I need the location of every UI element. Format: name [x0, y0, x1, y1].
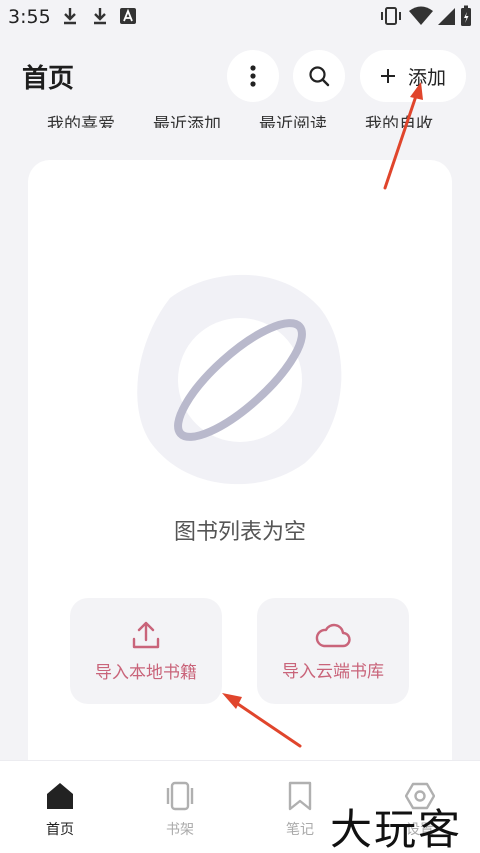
- home-icon: [47, 783, 73, 809]
- status-bar: 3:55: [0, 0, 480, 34]
- watermark: 大玩客: [330, 805, 463, 853]
- add-button-label: 添加: [408, 66, 447, 89]
- status-time: 3:55: [8, 6, 51, 28]
- nav-home-label: 首页: [46, 822, 74, 838]
- more-vertical-icon: [250, 65, 256, 87]
- filter-tab-recently-added[interactable]: 最近添加: [142, 110, 232, 128]
- keyboard-a-icon: [120, 8, 136, 24]
- download-icon: [64, 8, 76, 25]
- add-button[interactable]: 添加: [360, 50, 466, 102]
- search-button[interactable]: [293, 50, 345, 102]
- plus-icon: [381, 69, 395, 83]
- nav-bookshelf-label: 书架: [166, 822, 194, 838]
- battery-icon: [461, 5, 471, 26]
- book-list-card: [28, 160, 452, 853]
- more-options-button[interactable]: [227, 50, 279, 102]
- page-title: 首页: [22, 64, 75, 94]
- wifi-icon: [409, 6, 433, 25]
- search-icon: [309, 66, 330, 87]
- upload-icon: [132, 621, 160, 648]
- planet-icon: [137, 274, 342, 485]
- empty-message: 图书列表为空: [173, 520, 306, 545]
- vibrate-icon: [381, 7, 401, 25]
- filter-tabs: 我的喜爱 最近添加 最近阅读 我的自收: [0, 108, 480, 128]
- bookshelf-icon: [166, 781, 194, 811]
- bookmark-icon: [288, 781, 312, 811]
- signal-icon: [438, 8, 455, 25]
- nav-bookshelf[interactable]: 书架: [135, 781, 225, 839]
- filter-tab-recently-read[interactable]: 最近阅读: [248, 110, 338, 128]
- import-cloud-label: 导入云端书库: [282, 661, 384, 682]
- filter-tab-favorites[interactable]: 我的喜爱: [36, 110, 126, 128]
- filter-tab-my-collection[interactable]: 我的自收: [354, 110, 444, 128]
- import-local-label: 导入本地书籍: [95, 662, 197, 683]
- import-cloud-library-button[interactable]: 导入云端书库: [257, 598, 409, 704]
- cloud-icon: [315, 623, 351, 647]
- download-icon: [94, 8, 106, 25]
- import-local-books-button[interactable]: 导入本地书籍: [70, 598, 222, 704]
- nav-home[interactable]: 首页: [15, 781, 105, 839]
